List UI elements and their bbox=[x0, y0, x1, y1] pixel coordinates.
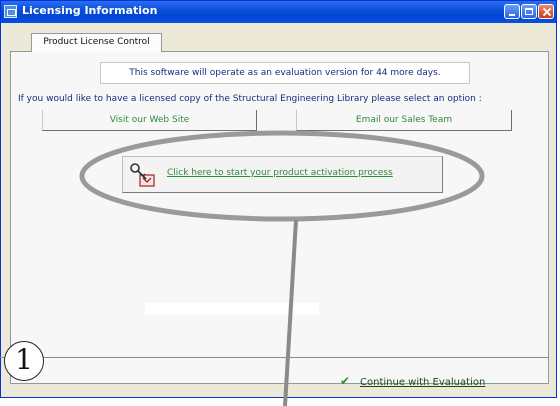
app-icon bbox=[4, 5, 17, 18]
activation-button[interactable]: Click here to start your product activat… bbox=[122, 156, 443, 193]
minimize-button[interactable] bbox=[504, 4, 520, 19]
tab-product-license-control[interactable]: Product License Control bbox=[31, 33, 162, 52]
footer-divider bbox=[0, 357, 549, 358]
title-bar[interactable]: Licensing Information bbox=[1, 1, 556, 23]
option-prompt: If you would like to have a licensed cop… bbox=[18, 94, 482, 104]
redaction-bar bbox=[145, 303, 319, 315]
window-title: Licensing Information bbox=[22, 4, 158, 17]
close-button[interactable] bbox=[538, 4, 554, 19]
evaluation-notice: This software will operate as an evaluat… bbox=[100, 62, 470, 84]
maximize-button[interactable] bbox=[521, 4, 537, 19]
continue-label[interactable]: Continue with Evaluation bbox=[360, 377, 485, 388]
callout-number-badge: 1 bbox=[4, 341, 44, 381]
activation-label[interactable]: Click here to start your product activat… bbox=[167, 168, 393, 178]
continue-evaluation-link[interactable]: ✔ Continue with Evaluation bbox=[340, 374, 485, 388]
visit-website-button[interactable]: Visit our Web Site bbox=[42, 110, 257, 131]
licensing-window: Licensing Information Product License Co… bbox=[0, 0, 557, 398]
email-sales-button[interactable]: Email our Sales Team bbox=[296, 110, 512, 131]
checkmark-icon: ✔ bbox=[340, 374, 351, 388]
key-license-icon bbox=[130, 163, 155, 187]
